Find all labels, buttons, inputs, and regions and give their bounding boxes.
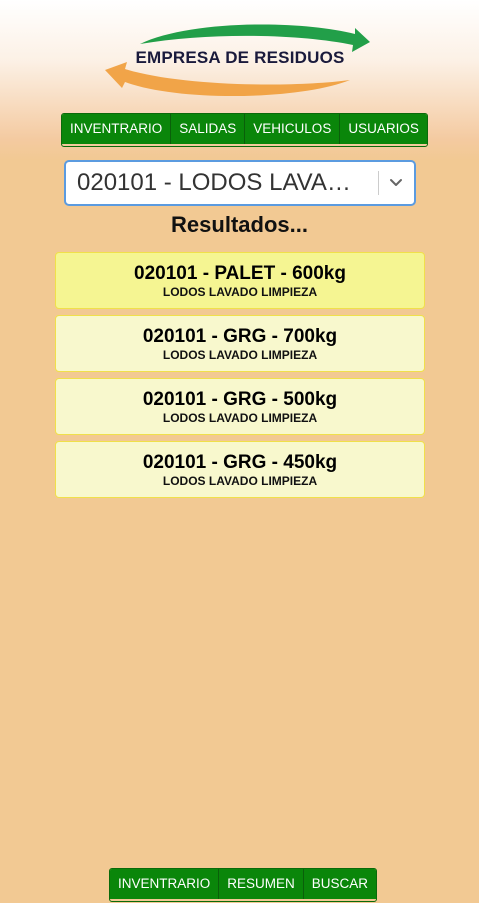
select-divider <box>378 171 379 195</box>
nav-inventario-button[interactable]: INVENTRARIO <box>62 114 172 144</box>
result-item[interactable]: 020101 - GRG - 700kg LODOS LAVADO LIMPIE… <box>55 315 425 372</box>
top-nav: INVENTRARIO SALIDAS VEHICULOS USUARIOS <box>61 113 428 147</box>
result-title: 020101 - GRG - 700kg <box>142 326 338 347</box>
company-logo: EMPRESA DE RESIDUOS <box>100 22 380 102</box>
results-heading: Resultados... <box>171 212 308 237</box>
result-subtitle: LODOS LAVADO LIMPIEZA <box>162 285 318 299</box>
nav-usuarios-button[interactable]: USUARIOS <box>340 114 427 144</box>
result-title: 020101 - GRG - 500kg <box>142 389 338 410</box>
result-item[interactable]: 020101 - GRG - 450kg LODOS LAVADO LIMPIE… <box>55 441 425 498</box>
result-title: 020101 - PALET - 600kg <box>134 263 346 284</box>
bottom-nav: INVENTRARIO RESUMEN BUSCAR <box>109 868 378 902</box>
result-title: 020101 - GRG - 450kg <box>142 452 338 473</box>
result-subtitle: LODOS LAVADO LIMPIEZA <box>162 348 318 362</box>
result-subtitle: LODOS LAVADO LIMPIEZA <box>162 411 318 425</box>
nav-salidas-button[interactable]: SALIDAS <box>171 114 246 144</box>
result-item[interactable]: 020101 - GRG - 500kg LODOS LAVADO LIMPIE… <box>55 378 425 435</box>
company-name: EMPRESA DE RESIDUOS <box>135 48 345 67</box>
nav-vehiculos-button[interactable]: VEHICULOS <box>245 114 341 144</box>
bottom-resumen-button[interactable]: RESUMEN <box>219 869 304 899</box>
results-list: 020101 - PALET - 600kg LODOS LAVADO LIMP… <box>55 252 425 504</box>
result-subtitle: LODOS LAVADO LIMPIEZA <box>162 474 318 488</box>
residue-select[interactable]: 020101 - LODOS LAVADO LIMPIEZA <box>64 160 416 206</box>
residue-select-value: 020101 - LODOS LAVADO LIMPIEZA <box>77 169 367 196</box>
bottom-inventario-button[interactable]: INVENTRARIO <box>110 869 220 899</box>
result-item[interactable]: 020101 - PALET - 600kg LODOS LAVADO LIMP… <box>55 252 425 309</box>
chevron-down-icon[interactable] <box>388 176 404 190</box>
page: EMPRESA DE RESIDUOS INVENTRARIO SALIDAS … <box>0 0 479 903</box>
bottom-buscar-button[interactable]: BUSCAR <box>303 869 377 899</box>
